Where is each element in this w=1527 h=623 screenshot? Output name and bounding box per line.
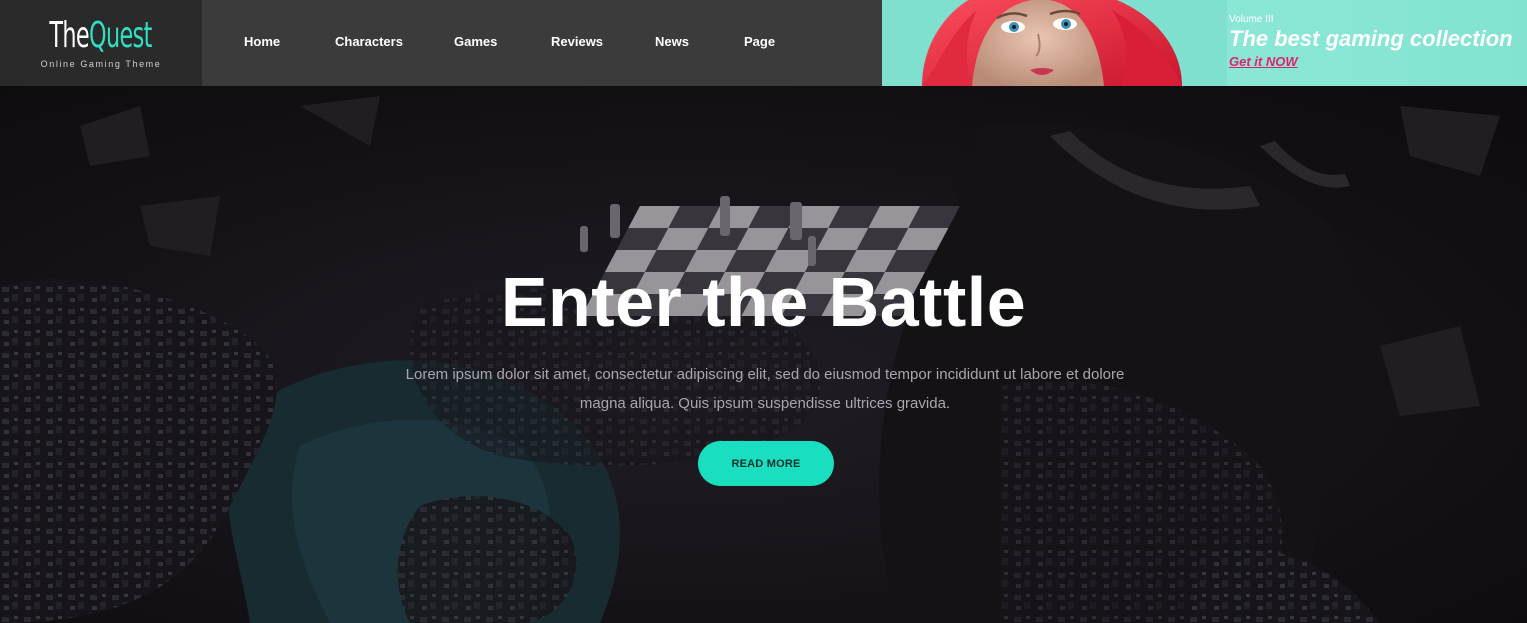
logo-tagline: Online Gaming Theme (40, 59, 162, 69)
nav-item-characters[interactable]: Characters (335, 34, 403, 49)
banner-volume: Volume III (1229, 14, 1274, 25)
hero-section: Enter the Battle Lorem ipsum dolor sit a… (0, 86, 1527, 623)
logo-wordmark: TheQuest (49, 15, 153, 56)
logo[interactable]: TheQuest Online Gaming Theme (0, 0, 202, 86)
nav-item-reviews[interactable]: Reviews (551, 34, 603, 49)
read-more-button[interactable]: READ MORE (698, 441, 834, 486)
hero-dark-overlay (0, 86, 1527, 623)
promo-banner[interactable]: Volume III The best gaming collection Ge… (882, 0, 1527, 86)
hero-title: Enter the Battle (500, 263, 1027, 341)
nav-item-page[interactable]: Page (744, 34, 775, 49)
banner-title: The best gaming collection (1229, 26, 1513, 51)
banner-cta-link[interactable]: Get it NOW (1229, 54, 1298, 69)
logo-brand-part1: The (49, 15, 90, 56)
logo-brand-part2: Quest (89, 15, 153, 56)
nav-item-home[interactable]: Home (244, 34, 280, 49)
main-nav: Home Characters Games Reviews News Page (202, 0, 882, 86)
site-header: TheQuest Online Gaming Theme Home Charac… (0, 0, 1527, 86)
nav-item-news[interactable]: News (655, 34, 689, 49)
nav-item-games[interactable]: Games (454, 34, 497, 49)
hero-description: Lorem ipsum dolor sit amet, consectetur … (405, 366, 1125, 412)
banner-character-illustration (882, 0, 1227, 86)
